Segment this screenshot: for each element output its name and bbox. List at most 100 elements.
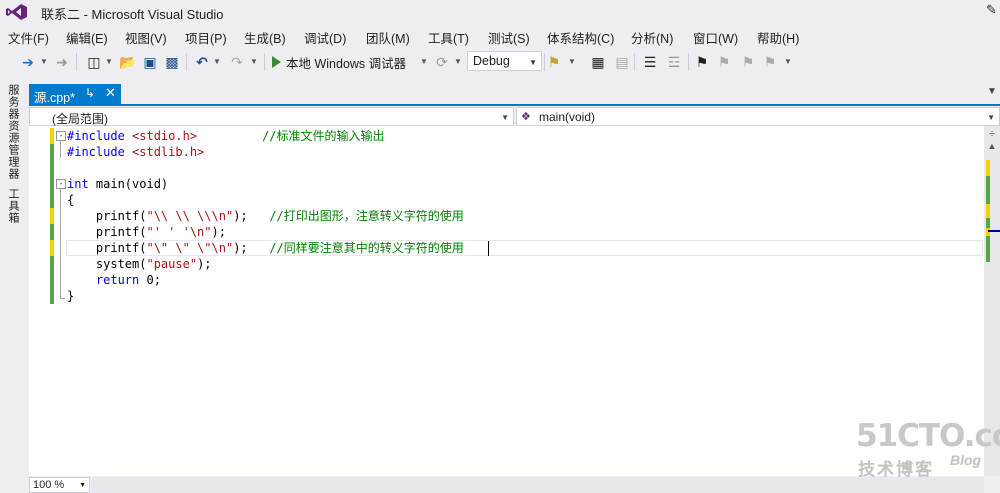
toolbox-tab[interactable]: 工具箱 [5, 188, 21, 224]
left-tool-rail: 服务器资源管理器 工具箱 [0, 78, 22, 493]
next-bookmark-icon[interactable]: ⚑ [740, 54, 756, 70]
config-value: Debug [473, 54, 510, 68]
redo-icon[interactable]: ↷ [229, 54, 245, 70]
open-file-icon[interactable]: 📂 [119, 54, 136, 70]
refresh-icon[interactable]: ⟳ [434, 54, 450, 70]
menu-file[interactable]: 文件(F) [8, 28, 49, 47]
menu-bar: 文件(F) 编辑(E) 视图(V) 项目(P) 生成(B) 调试(D) 团队(M… [0, 26, 1000, 46]
change-marker-saved [50, 224, 54, 240]
menu-window[interactable]: 窗口(W) [693, 28, 738, 47]
play-icon [272, 56, 281, 68]
redo-dropdown-icon[interactable]: ▼ [250, 57, 258, 66]
save-all-icon[interactable]: ▩ [164, 54, 180, 70]
watermark-logo: 51CTO.com [856, 418, 1000, 454]
close-icon[interactable]: ✕ [105, 85, 116, 101]
outline-end [60, 298, 65, 299]
chevron-down-icon: ▼ [529, 58, 537, 67]
scroll-up-icon[interactable]: ▲ [984, 141, 1000, 151]
code-line-2: #include <stdlib.h> [67, 145, 205, 159]
code-line-1: #include <stdio.h> //标准文件的输入输出 [67, 129, 385, 143]
watermark-blog: Blog [950, 452, 982, 468]
menu-team[interactable]: 团队(M) [366, 28, 410, 47]
navigate-back-icon[interactable]: ➔ [20, 54, 36, 70]
scroll-marker-saved [986, 218, 990, 228]
zoom-value: 100 % [33, 479, 65, 491]
menu-architecture[interactable]: 体系结构(C) [547, 28, 614, 47]
window-title: 联系二 - Microsoft Visual Studio [41, 7, 224, 22]
split-window-icon[interactable]: ÷ [984, 128, 1000, 140]
feedback-icon[interactable]: ✎ [986, 2, 997, 18]
outline-line [60, 189, 61, 299]
outline-line [60, 141, 61, 158]
chevron-down-icon: ▼ [987, 113, 995, 122]
menu-build[interactable]: 生成(B) [244, 28, 286, 47]
scroll-marker-saved [986, 176, 990, 204]
change-marker-saved [50, 144, 54, 176]
text-caret [488, 241, 489, 256]
menu-edit[interactable]: 编辑(E) [66, 28, 108, 47]
uncomment-lines-icon[interactable]: ☲ [666, 54, 682, 70]
code-line-5: { [67, 193, 75, 207]
properties-icon[interactable]: ▤ [614, 54, 630, 70]
code-line-7: printf("' ' '\n"); [67, 225, 226, 239]
comment-lines-icon[interactable]: ☰ [642, 54, 658, 70]
toolbar-separator [264, 53, 265, 71]
find-in-files-icon[interactable]: ⚑ [546, 54, 562, 70]
code-line-4: int main(void) [67, 177, 169, 191]
scope-dropdown[interactable]: (全局范围) ▼ [29, 107, 514, 126]
zoom-level-select[interactable]: 100 % ▼ [29, 477, 90, 493]
change-marker-saved [50, 176, 54, 208]
pin-icon[interactable]: ↳ [85, 86, 95, 100]
current-line-highlight [66, 240, 983, 256]
menu-tools[interactable]: 工具(T) [428, 28, 469, 47]
find-dropdown-icon[interactable]: ▼ [568, 57, 576, 66]
collapse-region-icon[interactable]: - [56, 179, 66, 189]
collapse-region-icon[interactable]: - [56, 131, 66, 141]
change-marker-unsaved [50, 240, 54, 256]
start-debugging-button[interactable]: 本地 Windows 调试器 [272, 52, 406, 72]
tab-overflow-icon[interactable]: ▼ [987, 86, 997, 97]
clear-bookmarks-icon[interactable]: ⚑ [762, 54, 778, 70]
toolbar-separator [76, 53, 77, 71]
scroll-marker-unsaved [986, 204, 990, 218]
document-tab[interactable]: 源.cpp* ↳ ✕ [29, 84, 121, 105]
toolbar-separator [634, 53, 635, 71]
back-dropdown-icon[interactable]: ▼ [40, 57, 48, 66]
undo-icon[interactable]: ↶ [194, 54, 210, 70]
solution-explorer-icon[interactable]: ▦ [590, 54, 606, 70]
chevron-down-icon: ▼ [501, 113, 509, 122]
toolbar-separator [688, 53, 689, 71]
refresh-dropdown-icon[interactable]: ▼ [454, 57, 462, 66]
change-marker-unsaved [50, 208, 54, 224]
scroll-marker-saved [986, 236, 990, 262]
menu-debug[interactable]: 调试(D) [304, 28, 346, 47]
menu-analyze[interactable]: 分析(N) [631, 28, 673, 47]
menu-help[interactable]: 帮助(H) [757, 28, 799, 47]
solution-configuration-select[interactable]: Debug ▼ [467, 51, 542, 71]
chevron-down-icon: ▼ [79, 482, 86, 489]
navigate-forward-icon[interactable]: ➜ [54, 54, 70, 70]
new-project-dropdown-icon[interactable]: ▼ [105, 57, 113, 66]
bookmark-icon[interactable]: ⚑ [694, 54, 710, 70]
scroll-marker-unsaved [986, 160, 990, 176]
member-dropdown[interactable]: ❖ main(void) ▼ [516, 107, 1000, 126]
run-dropdown-icon[interactable]: ▼ [420, 57, 428, 66]
visual-studio-logo-icon [6, 4, 27, 20]
toolbar-separator [186, 53, 187, 71]
horizontal-scrollbar[interactable] [92, 477, 984, 493]
menu-view[interactable]: 视图(V) [125, 28, 167, 47]
code-line-11: } [67, 289, 75, 303]
undo-dropdown-icon[interactable]: ▼ [213, 57, 221, 66]
save-icon[interactable]: ▣ [142, 54, 158, 70]
run-label: 本地 Windows 调试器 [286, 56, 407, 71]
previous-bookmark-icon[interactable]: ⚑ [716, 54, 732, 70]
caret-position-marker [988, 230, 1000, 232]
menu-test[interactable]: 测试(S) [488, 28, 530, 47]
server-explorer-tab[interactable]: 服务器资源管理器 [5, 84, 21, 180]
new-project-icon[interactable]: ◫ [86, 54, 102, 70]
toolbar-options-icon[interactable]: ▼ [784, 57, 792, 66]
member-value: main(void) [539, 110, 596, 124]
toolbar-separator [544, 53, 545, 71]
menu-project[interactable]: 项目(P) [185, 28, 227, 47]
code-line-10: return 0; [95, 273, 161, 287]
